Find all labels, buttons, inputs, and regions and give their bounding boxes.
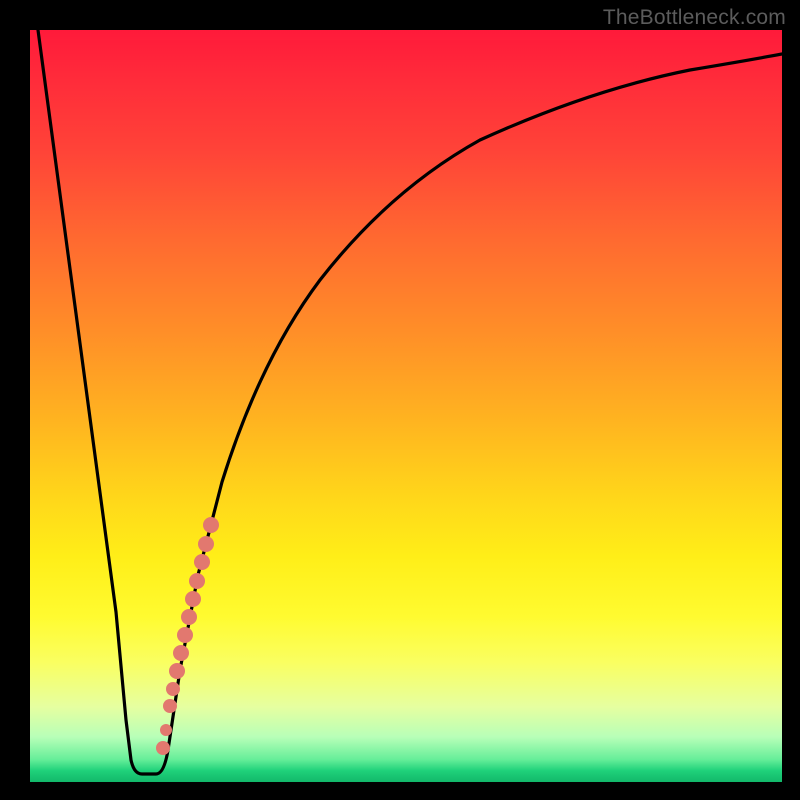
watermark-label: TheBottleneck.com bbox=[603, 6, 786, 30]
data-point bbox=[181, 609, 197, 625]
data-point bbox=[173, 645, 189, 661]
data-point bbox=[177, 627, 193, 643]
data-point bbox=[189, 573, 205, 589]
data-point bbox=[156, 741, 170, 755]
data-point bbox=[163, 699, 177, 713]
data-point bbox=[203, 517, 219, 533]
chart-frame: TheBottleneck.com bbox=[0, 0, 800, 800]
data-point bbox=[169, 663, 185, 679]
data-point bbox=[185, 591, 201, 607]
data-point bbox=[198, 536, 214, 552]
chart-svg bbox=[30, 30, 782, 782]
bottleneck-curve bbox=[38, 30, 782, 774]
data-point bbox=[160, 724, 172, 736]
data-point bbox=[166, 682, 180, 696]
data-point bbox=[194, 554, 210, 570]
data-points bbox=[156, 517, 219, 755]
plot-area bbox=[30, 30, 782, 782]
